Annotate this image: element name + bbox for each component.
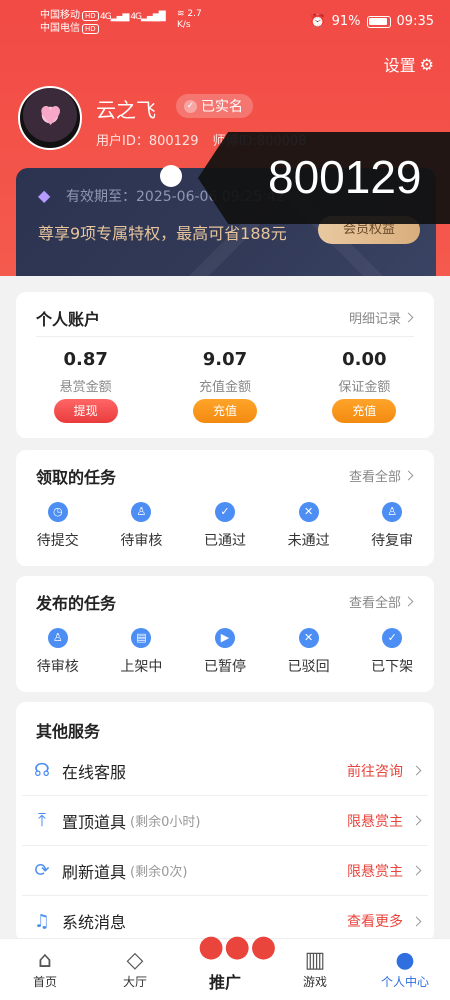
people-icon: ●●● — [198, 929, 277, 964]
check-icon: ✓ — [382, 628, 403, 648]
carrier-2: 中国电信 — [40, 23, 80, 34]
refresh-icon: ⟳ — [34, 860, 50, 881]
account-title: 个人账户 — [36, 310, 101, 329]
other-services-card: 其他服务 ☊ 在线客服 前往咨询 ⤒ 置顶道具 (剩余0小时) 限悬赏主 ⟳ 刷… — [16, 702, 434, 942]
tab-home[interactable]: ⌂ 首页 — [0, 939, 90, 1000]
received-pending-review[interactable]: ♙ 待审核 — [100, 500, 184, 550]
tab-hall[interactable]: ◇ 大厅 — [90, 939, 180, 1000]
home-icon: ⌂ — [38, 948, 52, 973]
service-online-support[interactable]: ☊ 在线客服 前往咨询 — [22, 746, 428, 796]
nickname: 云之飞 — [96, 98, 156, 122]
chevron-right-icon — [411, 865, 422, 876]
chart-icon: ▥ — [304, 948, 326, 973]
received-pending-submit[interactable]: ◷ 待提交 — [16, 500, 100, 550]
published-rejected[interactable]: ✕ 已驳回 — [267, 626, 351, 676]
published-listed[interactable]: ▤ 上架中 — [100, 626, 184, 676]
shop-icon: ▤ — [131, 628, 152, 648]
touch-indicator — [160, 165, 182, 187]
user-id: 用户ID：800129 — [96, 134, 199, 149]
alarm-icon: ⏰ — [309, 14, 326, 29]
received-approved[interactable]: ✓ 已通过 — [183, 500, 267, 550]
tab-personal-center[interactable]: ● 个人中心 — [360, 939, 450, 1000]
gear-icon: ⚙ — [419, 54, 434, 74]
headset-icon: ☊ — [34, 760, 50, 781]
chevron-right-icon — [403, 312, 414, 323]
received-rejected[interactable]: ✕ 未通过 — [267, 500, 351, 550]
account-details-link[interactable]: 明细记录 — [349, 308, 414, 327]
status-bar: 中国移动 HD 中国电信 HD 4G▂▄▆ 4G▂▄▆█ ≋ 2.7 K/s ⏰ 91… — [40, 9, 434, 34]
service-pin-top[interactable]: ⤒ 置顶道具 (剩余0小时) 限悬赏主 — [22, 796, 428, 846]
withdraw-button[interactable]: 提现 — [53, 399, 118, 423]
published-pending-review[interactable]: ♙ 待审核 — [16, 626, 100, 676]
battery-percent: 91% — [331, 14, 361, 29]
user-icon: ● — [395, 948, 415, 973]
verified-badge: ✓ 已实名 — [176, 94, 253, 118]
carrier-1: 中国移动 — [40, 10, 80, 21]
net-speed: ≋ 2.7 K/s — [177, 9, 202, 30]
check-icon: ✓ — [184, 99, 197, 113]
diamond-icon: ◇ — [126, 948, 144, 973]
recharge-balance: 9.07 充值金额 充值 — [155, 348, 294, 423]
published-paused[interactable]: ▶ 已暂停 — [183, 626, 267, 676]
bounty-balance: 0.87 悬赏金额 提现 — [16, 348, 155, 423]
received-tasks-card: 领取的任务 查看全部 ◷ 待提交 ♙ 待审核 ✓ 已通过 ✕ 未通过 ♙ 待复审 — [16, 450, 434, 566]
published-delisted[interactable]: ✓ 已下架 — [350, 626, 434, 676]
settings-button[interactable]: 设置 ⚙ — [384, 52, 434, 76]
chevron-right-icon — [403, 596, 414, 607]
close-circle-icon: ✕ — [298, 628, 319, 648]
clock: 09:35 — [396, 14, 434, 29]
diamond-icon: ◆ — [38, 186, 51, 205]
stamp-icon: ♙ — [382, 502, 403, 522]
signal-icon: 4G▂▄▆ 4G▂▄▆█ — [100, 12, 166, 22]
pin-top-icon: ⤒ — [38, 810, 46, 831]
deposit-balance: 0.00 保证金额 充值 — [295, 348, 434, 423]
clock-icon: ◷ — [47, 502, 68, 522]
user-icon: ♙ — [47, 628, 68, 648]
stamp-icon: ♙ — [131, 502, 152, 522]
play-icon: ▶ — [214, 628, 235, 648]
tab-games[interactable]: ▥ 游戏 — [270, 939, 360, 1000]
received-view-all-link[interactable]: 查看全部 — [349, 466, 414, 485]
avatar[interactable]: ♥ — [18, 86, 82, 150]
published-view-all-link[interactable]: 查看全部 — [349, 592, 414, 611]
bottom-tabbar: ⌂ 首页 ◇ 大厅 ●●● 推广 ▥ 游戏 ● 个人中心 — [0, 929, 450, 1000]
account-card: 个人账户 明细记录 0.87 悬赏金额 提现 9.07 充值金额 充值 0.00… — [16, 292, 434, 438]
chevron-right-icon — [403, 470, 414, 481]
deposit-recharge-button[interactable]: 充值 — [332, 399, 397, 423]
heart-icon: ♥ — [39, 102, 63, 132]
published-tasks-card: 发布的任务 查看全部 ♙ 待审核 ▤ 上架中 ▶ 已暂停 ✕ 已驳回 ✓ 已下架 — [16, 576, 434, 692]
close-icon: ✕ — [298, 502, 319, 522]
service-refresh[interactable]: ⟳ 刷新道具 (剩余0次) 限悬赏主 — [22, 846, 428, 896]
received-pending-recheck[interactable]: ♙ 待复审 — [350, 500, 434, 550]
check-icon: ✓ — [214, 502, 235, 522]
id-magnifier-number: 800129 — [268, 151, 422, 203]
chevron-right-icon — [411, 765, 422, 776]
battery-icon — [366, 15, 391, 28]
bell-icon: ♫ — [33, 910, 51, 932]
chevron-right-icon — [411, 815, 422, 826]
chevron-right-icon — [411, 916, 422, 926]
tab-promote[interactable]: ●●● 推广 — [180, 929, 277, 1000]
recharge-button[interactable]: 充值 — [192, 399, 257, 423]
